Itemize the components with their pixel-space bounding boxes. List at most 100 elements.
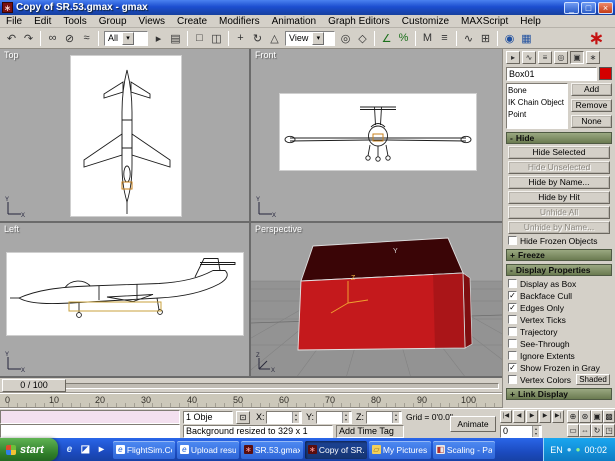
- time-slider-handle[interactable]: 0 / 100: [2, 379, 66, 392]
- taskbar-task-flightsim[interactable]: e FlightSim.Com ...: [113, 441, 175, 459]
- maximize-button[interactable]: □: [581, 2, 596, 14]
- media-player-icon[interactable]: ▸: [95, 443, 108, 456]
- menu-help[interactable]: Help: [514, 15, 547, 28]
- zoom-button[interactable]: ⊕: [567, 410, 579, 423]
- add-time-tag[interactable]: Add Time Tag: [336, 425, 404, 438]
- animate-button[interactable]: Animate: [450, 416, 496, 432]
- select-and-scale-icon[interactable]: △: [266, 30, 283, 47]
- hide-by-name-button[interactable]: Hide by Name...: [508, 176, 610, 189]
- category-item[interactable]: IK Chain Object: [508, 97, 566, 109]
- viewport-top[interactable]: Top Y X: [0, 49, 251, 223]
- viewport-front[interactable]: Front Y X: [251, 49, 502, 223]
- edges-only-checkbox[interactable]: ✓: [508, 303, 517, 312]
- category-item[interactable]: Point: [508, 109, 566, 121]
- current-time-field[interactable]: 0▴▾: [500, 425, 542, 438]
- x-coordinate-field[interactable]: ▴▾: [266, 411, 302, 424]
- track-bar[interactable]: 0 10 20 30 40 50 60 70 80 90 100: [0, 393, 502, 408]
- select-object-icon[interactable]: ▸: [150, 30, 167, 47]
- taskbar-task-upload-results[interactable]: e Upload results...: [177, 441, 239, 459]
- vertex-ticks-checkbox[interactable]: [508, 315, 517, 324]
- tab-create-icon[interactable]: ▸: [506, 51, 520, 64]
- curve-editor-icon[interactable]: ∿: [460, 30, 477, 47]
- language-indicator[interactable]: EN: [550, 445, 563, 455]
- menu-graph-editors[interactable]: Graph Editors: [322, 15, 396, 28]
- zoom-extents-button[interactable]: ▣: [591, 410, 603, 423]
- play-button[interactable]: ▶: [526, 410, 538, 423]
- tab-utilities-icon[interactable]: ∗: [586, 51, 600, 64]
- object-color-swatch[interactable]: [599, 67, 612, 80]
- backface-cull-checkbox[interactable]: ✓: [508, 291, 517, 300]
- spinner-icon[interactable]: ▴▾: [532, 426, 539, 437]
- menu-group[interactable]: Group: [93, 15, 133, 28]
- bind-to-space-warp-icon[interactable]: ≈: [78, 30, 95, 47]
- hide-by-hit-button[interactable]: Hide by Hit: [508, 191, 610, 204]
- see-through-checkbox[interactable]: [508, 339, 517, 348]
- spinner-icon[interactable]: ▴▾: [342, 412, 349, 423]
- selection-filter-select[interactable]: All ▾: [104, 31, 148, 46]
- arc-rotate-button[interactable]: ↻: [591, 424, 603, 437]
- pan-button[interactable]: ⇔: [579, 424, 591, 437]
- tray-status-icon[interactable]: ●: [567, 445, 572, 455]
- next-frame-button[interactable]: ▶: [539, 410, 551, 423]
- object-name-field[interactable]: Box01: [506, 67, 597, 81]
- unlink-selection-icon[interactable]: ⊘: [61, 30, 78, 47]
- rectangular-selection-region-icon[interactable]: □: [191, 30, 208, 47]
- category-none-button[interactable]: None: [571, 115, 612, 128]
- menu-customize[interactable]: Customize: [396, 15, 455, 28]
- rollout-link-display-header[interactable]: + Link Display: [506, 388, 612, 400]
- angle-snap-toggle-icon[interactable]: ∠: [378, 30, 395, 47]
- use-pivot-point-center-icon[interactable]: ◎: [337, 30, 354, 47]
- trajectory-checkbox[interactable]: [508, 327, 517, 336]
- menu-create[interactable]: Create: [171, 15, 213, 28]
- undo-icon[interactable]: ↶: [3, 30, 20, 47]
- menu-tools[interactable]: Tools: [57, 15, 92, 28]
- menu-modifiers[interactable]: Modifiers: [213, 15, 266, 28]
- rollout-freeze-header[interactable]: + Freeze: [506, 249, 612, 261]
- z-coordinate-field[interactable]: ▴▾: [366, 411, 402, 424]
- select-by-name-icon[interactable]: ▤: [167, 30, 184, 47]
- minimize-button[interactable]: _: [564, 2, 579, 14]
- tab-display-icon[interactable]: ▣: [570, 51, 584, 64]
- menu-edit[interactable]: Edit: [28, 15, 57, 28]
- align-icon[interactable]: ≡: [436, 30, 453, 47]
- internet-explorer-icon[interactable]: e: [63, 443, 76, 456]
- time-slider-track[interactable]: [2, 383, 499, 389]
- menu-animation[interactable]: Animation: [266, 15, 322, 28]
- menu-maxscript[interactable]: MAXScript: [455, 15, 514, 28]
- taskbar-task-copy-of-sr53[interactable]: ∗ Copy of SR.5...: [305, 441, 367, 459]
- zoom-region-button[interactable]: ▭: [567, 424, 579, 437]
- select-and-manipulate-icon[interactable]: ◇: [354, 30, 371, 47]
- clock[interactable]: 00:02: [584, 445, 607, 455]
- maxscript-mini-listener-macro[interactable]: [0, 410, 180, 424]
- ignore-extents-checkbox[interactable]: [508, 351, 517, 360]
- zoom-extents-all-button[interactable]: ▩: [603, 410, 615, 423]
- hide-frozen-objects-checkbox[interactable]: [508, 236, 517, 245]
- window-crossing-icon[interactable]: ◫: [208, 30, 225, 47]
- go-to-end-button[interactable]: ▶|: [552, 410, 564, 423]
- select-and-link-icon[interactable]: ∞: [44, 30, 61, 47]
- material-editor-icon[interactable]: ◉: [501, 30, 518, 47]
- tab-motion-icon[interactable]: ◎: [554, 51, 568, 64]
- spinner-icon[interactable]: ▴▾: [392, 412, 399, 423]
- redo-icon[interactable]: ↷: [20, 30, 37, 47]
- hide-by-category-list[interactable]: Bone IK Chain Object Point: [506, 83, 568, 129]
- reference-coordinate-select[interactable]: View ▾: [285, 31, 335, 46]
- tab-hierarchy-icon[interactable]: ≡: [538, 51, 552, 64]
- previous-frame-button[interactable]: ◀: [513, 410, 525, 423]
- min-max-toggle-button[interactable]: ◳: [603, 424, 615, 437]
- taskbar-task-sr53-gmax[interactable]: ∗ SR.53.gmax -...: [241, 441, 303, 459]
- vertex-colors-checkbox[interactable]: [508, 375, 517, 384]
- tab-modify-icon[interactable]: ∿: [522, 51, 536, 64]
- rollout-hide-header[interactable]: - Hide: [506, 132, 612, 144]
- schematic-view-icon[interactable]: ⊞: [477, 30, 494, 47]
- display-as-box-checkbox[interactable]: [508, 279, 517, 288]
- selection-lock-icon[interactable]: ⊡: [236, 411, 250, 424]
- tray-status-icon[interactable]: ●: [576, 445, 581, 455]
- y-coordinate-field[interactable]: ▴▾: [316, 411, 352, 424]
- zoom-all-button[interactable]: ⊛: [579, 410, 591, 423]
- percent-snap-toggle-icon[interactable]: %: [395, 30, 412, 47]
- select-and-rotate-icon[interactable]: ↻: [249, 30, 266, 47]
- rollout-display-properties-header[interactable]: - Display Properties: [506, 264, 612, 276]
- taskbar-task-my-pictures[interactable]: ▱ My Pictures: [369, 441, 431, 459]
- select-and-move-icon[interactable]: +: [232, 30, 249, 47]
